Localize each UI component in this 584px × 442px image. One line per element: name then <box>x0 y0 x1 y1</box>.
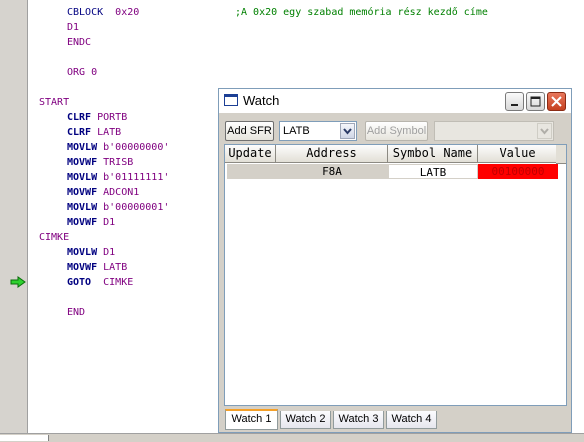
table-cell-value[interactable]: 00100000 <box>478 164 558 179</box>
tab-watch-2[interactable]: Watch 2 <box>280 411 331 429</box>
code-line: MOVWF D1 <box>67 217 116 228</box>
chevron-down-icon[interactable] <box>340 123 355 139</box>
column-header-address[interactable]: Address <box>276 145 388 163</box>
code-label: CIMKE <box>39 232 70 243</box>
code-line: MOVLW b'00000000' <box>67 142 170 153</box>
code-line: MOVWF LATB <box>67 262 128 273</box>
close-icon <box>551 96 562 107</box>
tab-watch-3[interactable]: Watch 3 <box>333 411 384 429</box>
scrollbar-corner <box>556 145 566 164</box>
code-line: CLRF LATB <box>67 127 122 138</box>
code-line: MOVLW b'00000001' <box>67 202 170 213</box>
watch-table[interactable]: Update Address Symbol Name Value F8A LAT… <box>224 144 567 406</box>
add-sfr-button[interactable]: Add SFR <box>225 121 274 141</box>
sfr-select[interactable]: LATB <box>279 121 357 141</box>
code-label: START <box>39 97 70 108</box>
window-title: Watch <box>243 93 280 108</box>
code-line: D1 <box>67 22 80 33</box>
code-line: ENDC <box>67 37 92 48</box>
code-comment: ;A 0x20 egy szabad memória rész kezdő cí… <box>235 7 488 18</box>
minimize-button[interactable] <box>505 92 524 111</box>
close-button[interactable] <box>547 92 566 111</box>
column-header-update[interactable]: Update <box>225 145 276 163</box>
tab-watch-1[interactable]: Watch 1 <box>225 409 278 430</box>
column-header-value[interactable]: Value <box>478 145 558 163</box>
table-cell-symbol[interactable]: LATB <box>388 164 478 179</box>
tab-watch-4[interactable]: Watch 4 <box>386 411 437 429</box>
chevron-down-icon[interactable] <box>537 123 552 139</box>
window-icon <box>224 94 238 106</box>
minimize-icon <box>511 104 518 106</box>
code-line: MOVLW D1 <box>67 247 116 258</box>
symbol-select[interactable] <box>434 121 554 141</box>
code-line: MOVLW b'01111111' <box>67 172 170 183</box>
code-line-cblock: CBLOCK 0x20 <box>67 7 140 18</box>
add-symbol-button[interactable]: Add Symbol <box>365 121 428 141</box>
code-line: END <box>67 307 86 318</box>
code-line: ORG 0 <box>67 67 98 78</box>
watch-toolbar: Add SFR LATB Add Symbol <box>219 119 571 143</box>
status-segment <box>0 435 49 441</box>
code-line: CLRF PORTB <box>67 112 128 123</box>
table-cell-update[interactable] <box>227 164 276 179</box>
code-line: MOVWF TRISB <box>67 157 134 168</box>
code-line: MOVWF ADCON1 <box>67 187 140 198</box>
code-line-current: GOTO CIMKE <box>67 277 134 288</box>
maximize-button[interactable] <box>526 92 545 111</box>
maximize-icon <box>530 96 541 107</box>
column-header-symbol-name[interactable]: Symbol Name <box>388 145 478 163</box>
watch-window[interactable]: Watch Add SFR LATB Add Symbol Update Add <box>218 88 572 433</box>
sfr-select-value: LATB <box>283 125 310 137</box>
watch-tabs: Watch 1 Watch 2 Watch 3 Watch 4 <box>224 409 569 431</box>
table-cell-address[interactable]: F8A <box>276 164 388 179</box>
watch-titlebar[interactable]: Watch <box>219 89 571 113</box>
